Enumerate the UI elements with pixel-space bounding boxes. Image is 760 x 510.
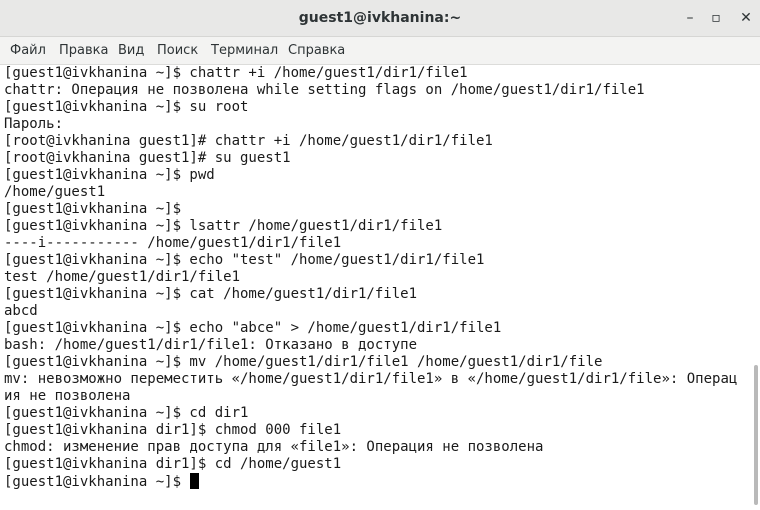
close-icon[interactable]: ✕ [734,6,758,30]
terminal-line: [guest1@ivkhanina ~]$ cat /home/guest1/d… [4,286,418,302]
terminal-line: [guest1@ivkhanina ~]$ lsattr /home/guest… [4,218,443,234]
terminal-line: Пароль: [4,116,64,132]
terminal-line: [guest1@ivkhanina dir1]$ cd /home/guest1 [4,456,342,472]
menu-file[interactable]: Файл [6,37,50,64]
terminal-line: [guest1@ivkhanina ~]$ su root [4,99,249,115]
terminal-prompt: [guest1@ivkhanina ~]$ [4,474,190,490]
terminal-line: chmod: изменение прав доступа для «file1… [4,439,544,455]
terminal-line: [guest1@ivkhanina ~]$ chattr +i /home/gu… [4,65,468,81]
terminal-prompt-line[interactable]: [guest1@ivkhanina ~]$ [4,473,200,490]
terminal-line: [guest1@ivkhanina ~]$ echo "test" /home/… [4,252,485,268]
menu-bar: Файл Правка Вид Поиск Терминал Справка [0,37,760,65]
menu-terminal[interactable]: Терминал [207,37,282,64]
terminal-line: [root@ivkhanina guest1]# su guest1 [4,150,291,166]
terminal-line: test /home/guest1/dir1/file1 [4,269,241,285]
title-bar[interactable]: guest1@ivkhanina:~ – ▫ ✕ [0,0,760,37]
terminal-line: /home/guest1 [4,184,106,200]
terminal-line: [guest1@ivkhanina ~]$ mv /home/guest1/di… [4,354,603,370]
terminal-line: [guest1@ivkhanina ~]$ [4,201,182,217]
menu-edit[interactable]: Правка [55,37,112,64]
scrollbar-thumb[interactable] [754,365,758,505]
terminal-line: bash: /home/guest1/dir1/file1: Отказано … [4,337,418,353]
vertical-scrollbar[interactable] [752,65,760,510]
maximize-icon[interactable]: ▫ [704,6,728,30]
terminal-line: [guest1@ivkhanina dir1]$ chmod 000 file1 [4,422,342,438]
terminal-line: chattr: Операция не позволена while sett… [4,82,645,98]
terminal-line: abcd [4,303,38,319]
text-cursor [190,473,200,489]
terminal-line: ----i----------- /home/guest1/dir1/file1 [4,235,342,251]
minimize-icon[interactable]: – [678,6,702,30]
terminal-output[interactable]: [guest1@ivkhanina ~]$ chattr +i /home/gu… [0,65,752,510]
terminal-line: [guest1@ivkhanina ~]$ pwd [4,167,215,183]
terminal-line: ия не позволена [4,388,131,404]
menu-help[interactable]: Справка [284,37,349,64]
terminal-line: [guest1@ivkhanina ~]$ cd dir1 [4,405,249,421]
window-title: guest1@ivkhanina:~ [298,10,462,26]
terminal-line: mv: невозможно переместить «/home/guest1… [4,371,738,387]
terminal-line: [root@ivkhanina guest1]# chattr +i /home… [4,133,493,149]
menu-search[interactable]: Поиск [153,37,202,64]
menu-view[interactable]: Вид [114,37,148,64]
terminal-line: [guest1@ivkhanina ~]$ echo "abce" > /hom… [4,320,502,336]
